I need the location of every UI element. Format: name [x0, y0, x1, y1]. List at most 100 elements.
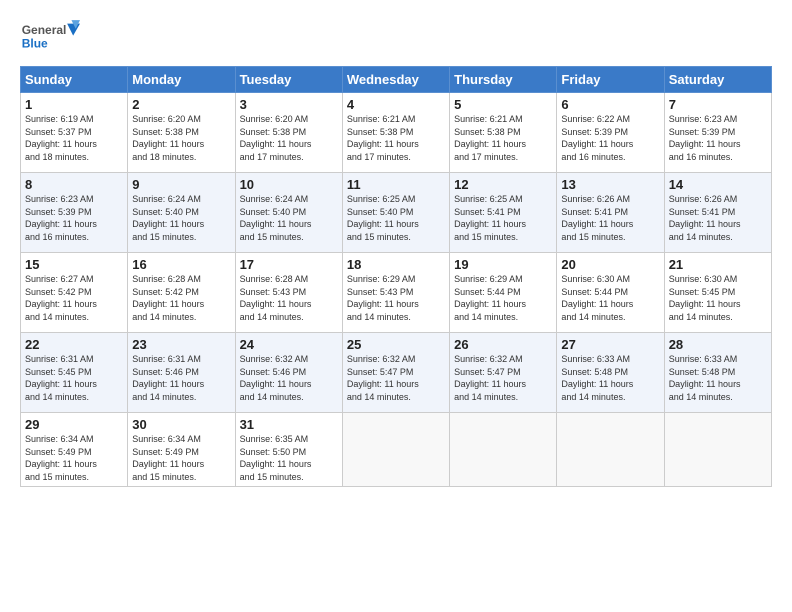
- day-number: 31: [240, 417, 338, 432]
- weekday-header-saturday: Saturday: [664, 67, 771, 93]
- day-number: 28: [669, 337, 767, 352]
- calendar-cell: 27Sunrise: 6:33 AM Sunset: 5:48 PM Dayli…: [557, 333, 664, 413]
- calendar-cell: 29Sunrise: 6:34 AM Sunset: 5:49 PM Dayli…: [21, 413, 128, 487]
- cell-info: Sunrise: 6:23 AM Sunset: 5:39 PM Dayligh…: [25, 193, 123, 243]
- cell-info: Sunrise: 6:33 AM Sunset: 5:48 PM Dayligh…: [561, 353, 659, 403]
- cell-info: Sunrise: 6:31 AM Sunset: 5:45 PM Dayligh…: [25, 353, 123, 403]
- calendar-cell: 16Sunrise: 6:28 AM Sunset: 5:42 PM Dayli…: [128, 253, 235, 333]
- day-number: 8: [25, 177, 123, 192]
- cell-info: Sunrise: 6:26 AM Sunset: 5:41 PM Dayligh…: [561, 193, 659, 243]
- cell-info: Sunrise: 6:34 AM Sunset: 5:49 PM Dayligh…: [25, 433, 123, 483]
- cell-info: Sunrise: 6:24 AM Sunset: 5:40 PM Dayligh…: [240, 193, 338, 243]
- day-number: 11: [347, 177, 445, 192]
- calendar-cell: 11Sunrise: 6:25 AM Sunset: 5:40 PM Dayli…: [342, 173, 449, 253]
- cell-info: Sunrise: 6:32 AM Sunset: 5:47 PM Dayligh…: [454, 353, 552, 403]
- cell-info: Sunrise: 6:33 AM Sunset: 5:48 PM Dayligh…: [669, 353, 767, 403]
- day-number: 21: [669, 257, 767, 272]
- day-number: 17: [240, 257, 338, 272]
- calendar-table: SundayMondayTuesdayWednesdayThursdayFrid…: [20, 66, 772, 487]
- page: General Blue SundayMondayTuesdayWednesda…: [0, 0, 792, 612]
- cell-info: Sunrise: 6:23 AM Sunset: 5:39 PM Dayligh…: [669, 113, 767, 163]
- day-number: 1: [25, 97, 123, 112]
- calendar-cell: 23Sunrise: 6:31 AM Sunset: 5:46 PM Dayli…: [128, 333, 235, 413]
- calendar-week-2: 8Sunrise: 6:23 AM Sunset: 5:39 PM Daylig…: [21, 173, 772, 253]
- cell-info: Sunrise: 6:34 AM Sunset: 5:49 PM Dayligh…: [132, 433, 230, 483]
- day-number: 25: [347, 337, 445, 352]
- calendar-cell: [450, 413, 557, 487]
- calendar-cell: 19Sunrise: 6:29 AM Sunset: 5:44 PM Dayli…: [450, 253, 557, 333]
- cell-info: Sunrise: 6:28 AM Sunset: 5:43 PM Dayligh…: [240, 273, 338, 323]
- calendar-header-row: SundayMondayTuesdayWednesdayThursdayFrid…: [21, 67, 772, 93]
- weekday-header-monday: Monday: [128, 67, 235, 93]
- calendar-cell: 9Sunrise: 6:24 AM Sunset: 5:40 PM Daylig…: [128, 173, 235, 253]
- calendar-cell: 22Sunrise: 6:31 AM Sunset: 5:45 PM Dayli…: [21, 333, 128, 413]
- calendar-cell: 26Sunrise: 6:32 AM Sunset: 5:47 PM Dayli…: [450, 333, 557, 413]
- calendar-cell: 5Sunrise: 6:21 AM Sunset: 5:38 PM Daylig…: [450, 93, 557, 173]
- calendar-cell: [664, 413, 771, 487]
- day-number: 27: [561, 337, 659, 352]
- cell-info: Sunrise: 6:21 AM Sunset: 5:38 PM Dayligh…: [347, 113, 445, 163]
- calendar-cell: 28Sunrise: 6:33 AM Sunset: 5:48 PM Dayli…: [664, 333, 771, 413]
- day-number: 20: [561, 257, 659, 272]
- calendar-cell: 24Sunrise: 6:32 AM Sunset: 5:46 PM Dayli…: [235, 333, 342, 413]
- calendar-week-1: 1Sunrise: 6:19 AM Sunset: 5:37 PM Daylig…: [21, 93, 772, 173]
- day-number: 13: [561, 177, 659, 192]
- cell-info: Sunrise: 6:32 AM Sunset: 5:46 PM Dayligh…: [240, 353, 338, 403]
- logo-svg: General Blue: [20, 16, 80, 56]
- calendar-cell: 3Sunrise: 6:20 AM Sunset: 5:38 PM Daylig…: [235, 93, 342, 173]
- weekday-header-friday: Friday: [557, 67, 664, 93]
- day-number: 14: [669, 177, 767, 192]
- cell-info: Sunrise: 6:22 AM Sunset: 5:39 PM Dayligh…: [561, 113, 659, 163]
- day-number: 18: [347, 257, 445, 272]
- calendar-cell: 10Sunrise: 6:24 AM Sunset: 5:40 PM Dayli…: [235, 173, 342, 253]
- day-number: 5: [454, 97, 552, 112]
- cell-info: Sunrise: 6:24 AM Sunset: 5:40 PM Dayligh…: [132, 193, 230, 243]
- calendar-cell: 8Sunrise: 6:23 AM Sunset: 5:39 PM Daylig…: [21, 173, 128, 253]
- calendar-cell: 25Sunrise: 6:32 AM Sunset: 5:47 PM Dayli…: [342, 333, 449, 413]
- cell-info: Sunrise: 6:20 AM Sunset: 5:38 PM Dayligh…: [132, 113, 230, 163]
- cell-info: Sunrise: 6:28 AM Sunset: 5:42 PM Dayligh…: [132, 273, 230, 323]
- day-number: 30: [132, 417, 230, 432]
- calendar-cell: 20Sunrise: 6:30 AM Sunset: 5:44 PM Dayli…: [557, 253, 664, 333]
- calendar-cell: 14Sunrise: 6:26 AM Sunset: 5:41 PM Dayli…: [664, 173, 771, 253]
- day-number: 19: [454, 257, 552, 272]
- svg-text:General: General: [22, 23, 67, 37]
- day-number: 26: [454, 337, 552, 352]
- cell-info: Sunrise: 6:31 AM Sunset: 5:46 PM Dayligh…: [132, 353, 230, 403]
- cell-info: Sunrise: 6:25 AM Sunset: 5:41 PM Dayligh…: [454, 193, 552, 243]
- day-number: 7: [669, 97, 767, 112]
- calendar-cell: 17Sunrise: 6:28 AM Sunset: 5:43 PM Dayli…: [235, 253, 342, 333]
- cell-info: Sunrise: 6:29 AM Sunset: 5:44 PM Dayligh…: [454, 273, 552, 323]
- cell-info: Sunrise: 6:20 AM Sunset: 5:38 PM Dayligh…: [240, 113, 338, 163]
- cell-info: Sunrise: 6:19 AM Sunset: 5:37 PM Dayligh…: [25, 113, 123, 163]
- cell-info: Sunrise: 6:30 AM Sunset: 5:45 PM Dayligh…: [669, 273, 767, 323]
- calendar-cell: 31Sunrise: 6:35 AM Sunset: 5:50 PM Dayli…: [235, 413, 342, 487]
- weekday-header-sunday: Sunday: [21, 67, 128, 93]
- calendar-week-5: 29Sunrise: 6:34 AM Sunset: 5:49 PM Dayli…: [21, 413, 772, 487]
- svg-text:Blue: Blue: [22, 37, 48, 51]
- calendar-week-4: 22Sunrise: 6:31 AM Sunset: 5:45 PM Dayli…: [21, 333, 772, 413]
- logo: General Blue: [20, 16, 80, 56]
- day-number: 3: [240, 97, 338, 112]
- calendar-cell: 15Sunrise: 6:27 AM Sunset: 5:42 PM Dayli…: [21, 253, 128, 333]
- calendar-cell: 21Sunrise: 6:30 AM Sunset: 5:45 PM Dayli…: [664, 253, 771, 333]
- calendar-cell: 6Sunrise: 6:22 AM Sunset: 5:39 PM Daylig…: [557, 93, 664, 173]
- cell-info: Sunrise: 6:32 AM Sunset: 5:47 PM Dayligh…: [347, 353, 445, 403]
- day-number: 16: [132, 257, 230, 272]
- header: General Blue: [20, 16, 772, 56]
- cell-info: Sunrise: 6:29 AM Sunset: 5:43 PM Dayligh…: [347, 273, 445, 323]
- calendar-cell: 12Sunrise: 6:25 AM Sunset: 5:41 PM Dayli…: [450, 173, 557, 253]
- calendar-cell: [557, 413, 664, 487]
- calendar-cell: 2Sunrise: 6:20 AM Sunset: 5:38 PM Daylig…: [128, 93, 235, 173]
- cell-info: Sunrise: 6:26 AM Sunset: 5:41 PM Dayligh…: [669, 193, 767, 243]
- weekday-header-thursday: Thursday: [450, 67, 557, 93]
- cell-info: Sunrise: 6:21 AM Sunset: 5:38 PM Dayligh…: [454, 113, 552, 163]
- day-number: 12: [454, 177, 552, 192]
- day-number: 6: [561, 97, 659, 112]
- day-number: 15: [25, 257, 123, 272]
- day-number: 23: [132, 337, 230, 352]
- calendar-cell: 30Sunrise: 6:34 AM Sunset: 5:49 PM Dayli…: [128, 413, 235, 487]
- calendar-cell: 18Sunrise: 6:29 AM Sunset: 5:43 PM Dayli…: [342, 253, 449, 333]
- calendar-cell: 7Sunrise: 6:23 AM Sunset: 5:39 PM Daylig…: [664, 93, 771, 173]
- calendar-cell: 1Sunrise: 6:19 AM Sunset: 5:37 PM Daylig…: [21, 93, 128, 173]
